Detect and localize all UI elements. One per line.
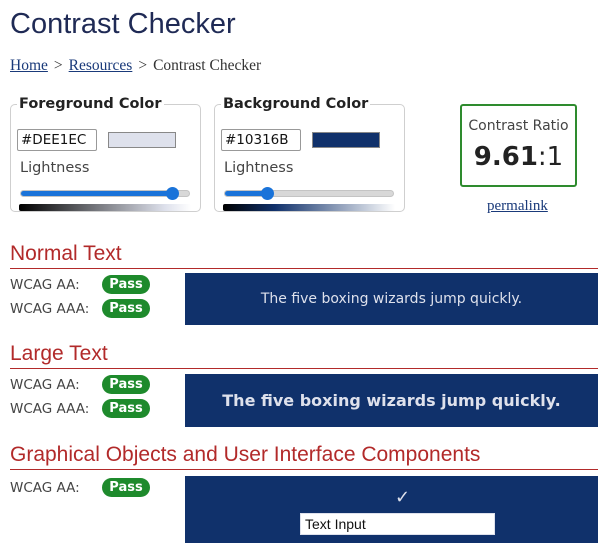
- sample-text-input[interactable]: Text Input: [300, 513, 495, 535]
- normal-aaa-pass-badge: Pass: [102, 299, 150, 318]
- background-lightness-slider[interactable]: [224, 187, 394, 200]
- breadcrumb-resources-link[interactable]: Resources: [69, 57, 133, 74]
- contrast-ratio-box: Contrast Ratio 9.61:1: [460, 104, 577, 187]
- normal-text-heading: Normal Text: [10, 243, 598, 269]
- page-title: Contrast Checker: [10, 8, 236, 40]
- foreground-hex-input[interactable]: [17, 129, 97, 151]
- background-lightness-gradient: [223, 204, 395, 211]
- normal-aa-pass-badge: Pass: [102, 275, 150, 294]
- background-color-swatch[interactable]: [312, 132, 380, 148]
- large-text-sample: The five boxing wizards jump quickly.: [185, 374, 598, 427]
- foreground-color-swatch[interactable]: [108, 132, 176, 148]
- large-aa-pass-badge: Pass: [102, 375, 150, 394]
- graphical-wcag-aa-label: WCAG AA:: [10, 480, 80, 496]
- foreground-color-legend: Foreground Color: [19, 96, 162, 112]
- contrast-ratio-suffix: :1: [537, 142, 564, 172]
- normal-wcag-aa-label: WCAG AA:: [10, 277, 80, 293]
- breadcrumb-separator: >: [53, 57, 63, 74]
- breadcrumb-separator: >: [138, 57, 148, 74]
- large-wcag-aa-label: WCAG AA:: [10, 377, 80, 393]
- large-aaa-pass-badge: Pass: [102, 399, 150, 418]
- contrast-ratio-number: 9.61: [473, 142, 538, 172]
- large-wcag-aaa-label: WCAG AAA:: [10, 401, 90, 417]
- foreground-lightness-gradient: [19, 204, 191, 211]
- breadcrumb: Home > Resources > Contrast Checker: [10, 57, 261, 75]
- background-color-legend: Background Color: [223, 96, 369, 112]
- breadcrumb-current: Contrast Checker: [153, 57, 262, 74]
- breadcrumb-home-link[interactable]: Home: [10, 57, 48, 74]
- normal-text-sample: The five boxing wizards jump quickly.: [185, 273, 598, 325]
- checkmark-icon: ✓: [395, 487, 411, 508]
- foreground-lightness-slider[interactable]: [20, 187, 190, 200]
- foreground-color-panel: Foreground Color Lightness: [10, 96, 201, 212]
- foreground-slider-thumb[interactable]: [166, 187, 180, 200]
- background-hex-input[interactable]: [221, 129, 301, 151]
- foreground-lightness-label: Lightness: [20, 160, 90, 176]
- normal-wcag-aaa-label: WCAG AAA:: [10, 301, 90, 317]
- foreground-slider-fill: [21, 191, 173, 196]
- graphical-objects-heading: Graphical Objects and User Interface Com…: [10, 444, 598, 470]
- graphical-aa-pass-badge: Pass: [102, 478, 150, 497]
- background-lightness-label: Lightness: [224, 160, 294, 176]
- contrast-ratio-label: Contrast Ratio: [468, 118, 569, 134]
- permalink-link[interactable]: permalink: [487, 198, 548, 215]
- large-text-heading: Large Text: [10, 343, 598, 369]
- background-slider-thumb[interactable]: [261, 187, 274, 200]
- contrast-ratio-value: 9.61:1: [462, 142, 575, 172]
- background-color-panel: Background Color Lightness: [214, 96, 405, 212]
